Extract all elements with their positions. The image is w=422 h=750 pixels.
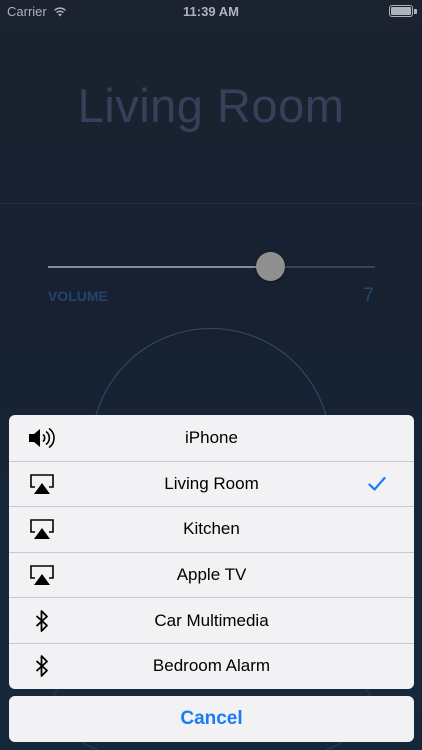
output-row-label: iPhone	[185, 427, 238, 447]
output-row-apple-tv[interactable]: Apple TV	[9, 551, 414, 598]
checkmark-icon	[368, 476, 386, 491]
divider	[0, 203, 422, 204]
output-row-kitchen[interactable]: Kitchen	[9, 506, 414, 552]
output-row-label: Apple TV	[176, 565, 247, 585]
output-action-sheet: iPhone Living Room Kitchen Apple TV Car …	[9, 415, 414, 689]
status-bar: Carrier 11:39 AM	[0, 0, 422, 24]
battery-icon	[389, 5, 413, 17]
output-row-label: Bedroom Alarm	[152, 656, 271, 676]
status-time: 11:39 AM	[183, 4, 239, 19]
bluetooth-icon	[27, 653, 57, 679]
output-row-living-room[interactable]: Living Room	[9, 460, 414, 507]
bluetooth-icon	[27, 608, 57, 634]
airplay-icon	[27, 562, 57, 588]
output-row-label: Kitchen	[183, 519, 240, 539]
battery-fill	[391, 7, 411, 15]
cancel-button[interactable]: Cancel	[9, 696, 414, 742]
speaker-icon	[27, 425, 57, 451]
volume-slider-track[interactable]	[48, 266, 375, 268]
volume-slider-thumb[interactable]	[255, 252, 285, 281]
airplay-icon	[27, 516, 57, 542]
volume-label: VOLUME	[48, 288, 108, 304]
output-row-label: Living Room	[164, 473, 259, 493]
output-row-bedroom-alarm[interactable]: Bedroom Alarm	[9, 642, 414, 689]
cancel-label: Cancel	[180, 708, 243, 729]
battery-tip	[414, 9, 417, 14]
output-row-car-multimedia[interactable]: Car Multimedia	[9, 597, 414, 643]
airplay-icon	[27, 471, 57, 497]
volume-slider-fill	[48, 266, 271, 268]
output-row-label: Car Multimedia	[154, 610, 269, 630]
room-title: Living Room	[77, 79, 345, 132]
volume-value: 7	[363, 285, 374, 306]
output-row-iphone[interactable]: iPhone	[9, 415, 414, 461]
